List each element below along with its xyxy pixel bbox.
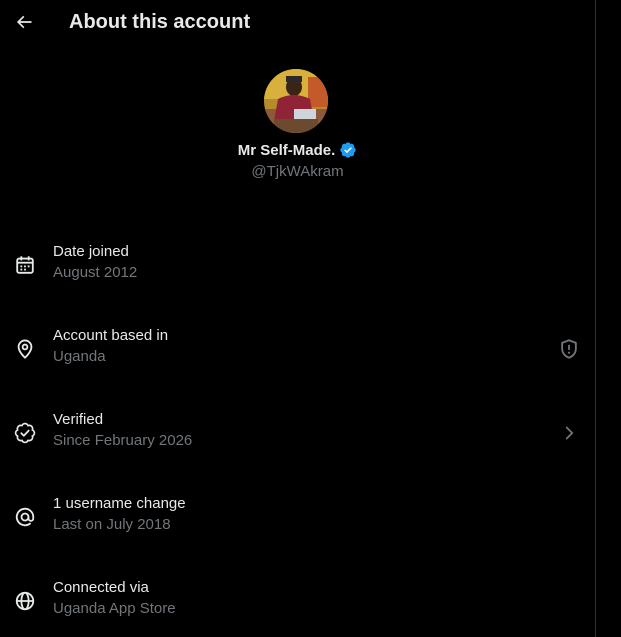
at-sign-icon (15, 507, 35, 527)
row-verified[interactable]: Verified Since February 2026 (0, 392, 595, 476)
row-subtitle: Uganda (53, 348, 106, 365)
row-title: Connected via (53, 579, 149, 596)
calendar-icon (16, 256, 34, 274)
row-subtitle: August 2012 (53, 264, 138, 281)
row-username-change: 1 username change Last on July 2018 (0, 476, 595, 560)
arrow-left-icon (16, 15, 32, 29)
row-subtitle: Since February 2026 (53, 432, 193, 449)
row-account-based-in: Account based in Uganda (0, 308, 595, 392)
column-divider (595, 0, 596, 637)
page-title: About this account (69, 11, 251, 33)
globe-icon (15, 591, 35, 611)
row-title: Verified (53, 411, 104, 428)
row-subtitle: Last on July 2018 (53, 516, 171, 533)
handle: @TjkWAkram (251, 163, 344, 180)
row-connected-via: Connected via Uganda App Store (0, 560, 595, 637)
row-subtitle: Uganda App Store (53, 600, 176, 617)
avatar[interactable] (264, 69, 328, 133)
display-name-text: Mr Self-Made. (237, 141, 336, 159)
location-pin-icon (17, 339, 33, 359)
back-button[interactable] (7, 5, 41, 39)
verified-badge-icon (340, 142, 356, 158)
row-title: Date joined (53, 243, 129, 260)
verified-check-icon (14, 422, 36, 444)
row-date-joined: Date joined August 2012 (0, 224, 595, 308)
chevron-right-icon (565, 426, 574, 440)
row-title: 1 username change (53, 495, 186, 512)
avatar-image (264, 69, 328, 133)
shield-alert-icon[interactable] (558, 338, 580, 360)
row-title: Account based in (53, 327, 169, 344)
display-name: Mr Self-Made. (0, 141, 595, 159)
header: About this account (0, 0, 595, 46)
about-account-page: About this account Mr Self-Made. @TjkWAk… (0, 0, 621, 637)
